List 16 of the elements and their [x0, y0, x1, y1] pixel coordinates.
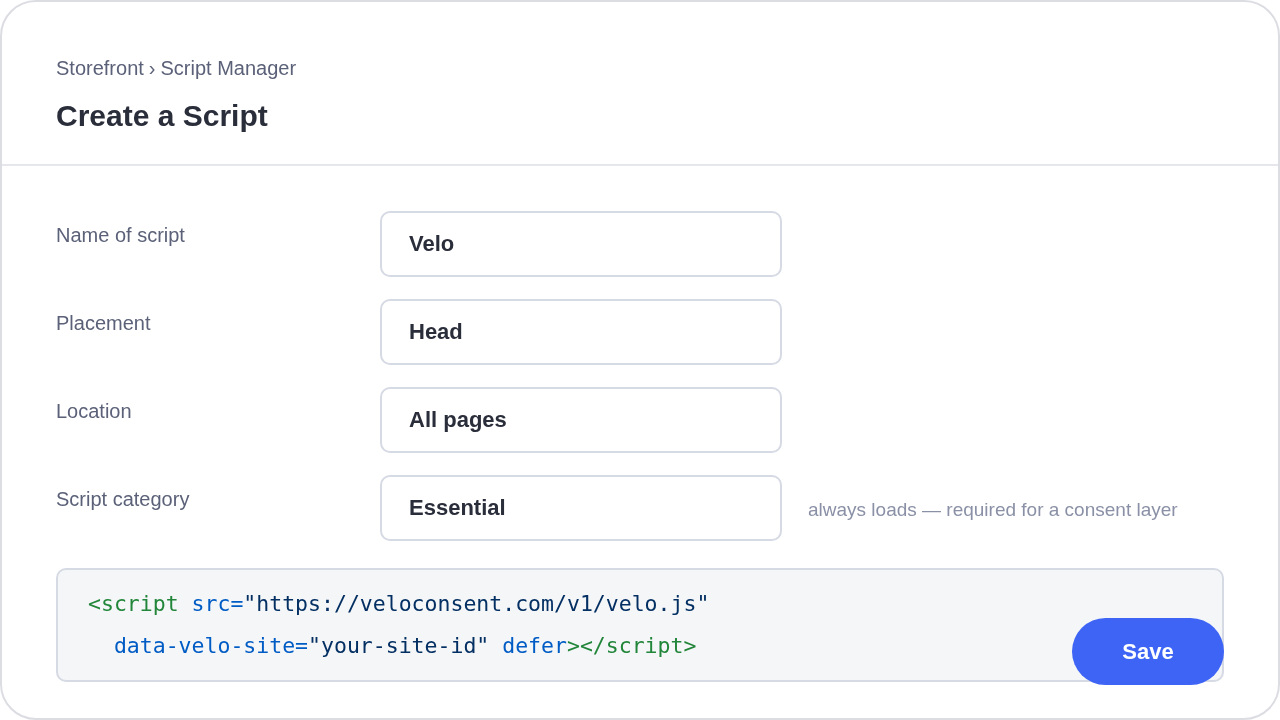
- field-label: Location: [56, 399, 133, 424]
- page-title: Create a Script: [56, 98, 269, 134]
- input-field[interactable]: Head: [380, 299, 782, 365]
- field-hint: always loads — required for a consent layer: [808, 497, 1178, 522]
- input-field[interactable]: All pages: [380, 387, 782, 453]
- field-label: Placement: [56, 311, 152, 336]
- save-button[interactable]: Save: [1072, 618, 1224, 685]
- field-label: Name of script: [56, 223, 186, 248]
- field-label: Script category: [56, 487, 191, 512]
- breadcrumb-link[interactable]: Script Manager: [160, 56, 297, 80]
- input-field[interactable]: Velo: [380, 211, 782, 277]
- code-line: data-velo-site="your-site-id" defer></script>: [112, 632, 697, 660]
- code-line: <script src="https://veloconsent.com/v1/velo.js": [88, 590, 710, 618]
- input-field[interactable]: Essential: [380, 475, 782, 541]
- breadcrumb-link[interactable]: Storefront: [56, 56, 144, 80]
- breadcrumb-separator: ›: [148, 56, 156, 80]
